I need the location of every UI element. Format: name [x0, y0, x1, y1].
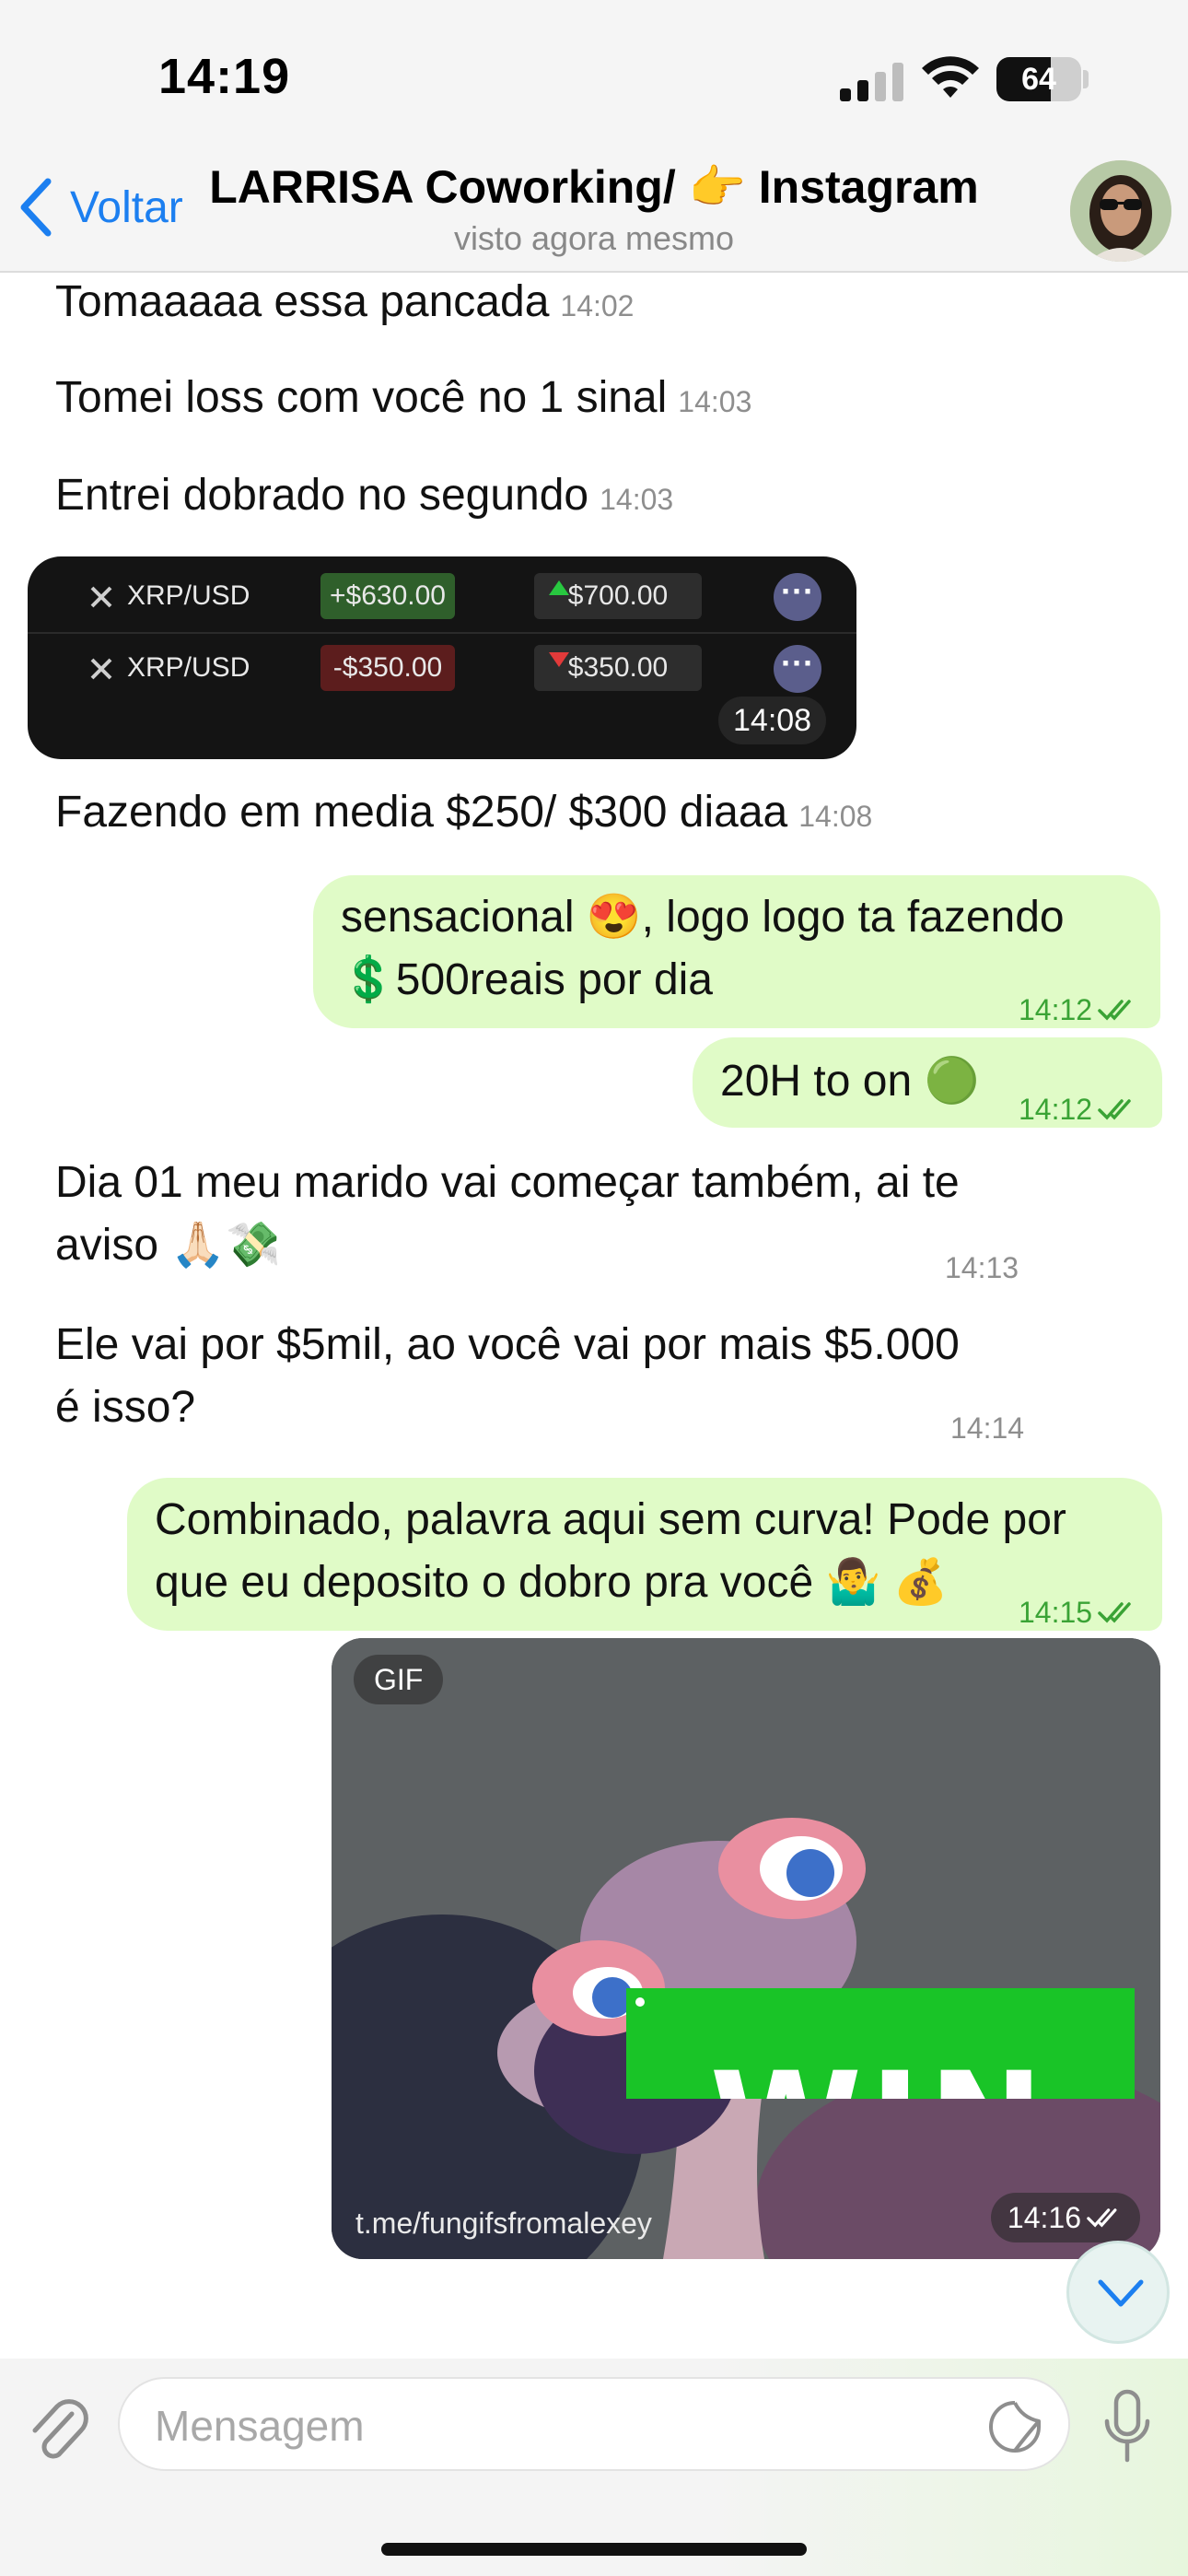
win-image-message[interactable]: WIN [626, 1988, 1135, 2099]
sticker-icon[interactable] [987, 2399, 1042, 2454]
home-indicator [381, 2543, 807, 2556]
microphone-icon[interactable] [1100, 2388, 1155, 2465]
message-time: 14:16 [1007, 2201, 1081, 2234]
trade-price: $700.00 [534, 573, 702, 619]
message-composer: Mensagem [0, 2359, 1188, 2576]
arrow-down-icon [549, 652, 569, 667]
gif-message[interactable]: GIF t.me/fungifsfromalexey 14:16 [332, 1638, 1160, 2259]
message-placeholder: Mensagem [155, 2402, 365, 2450]
trade-pnl: -$350.00 [320, 645, 455, 691]
incoming-message: Tomei loss com você no 1 sinal 14:03 [55, 367, 751, 433]
message-text: Dia 01 meu marido vai começar também, ai… [55, 1158, 960, 1207]
battery-tip [1083, 70, 1089, 88]
double-check-icon [1098, 1099, 1131, 1120]
message-time: 14:15 [1019, 1596, 1093, 1629]
chat-title[interactable]: LARRISA Coworking/ 👉 Instagram [175, 160, 1013, 215]
back-button[interactable]: Voltar [18, 175, 183, 240]
message-text: é isso? [55, 1383, 196, 1432]
profile-photo [1070, 160, 1171, 262]
message-text: Combinado, palavra aqui sem curva! Pode … [155, 1495, 1066, 1544]
incoming-message: Tomaaaaa essa pancada 14:02 [55, 275, 634, 337]
message-status: 14:16 [990, 2193, 1140, 2242]
last-seen-status: visto agora mesmo [453, 219, 735, 257]
message-time: 14:14 [950, 1411, 1025, 1445]
more-icon: ··· [774, 573, 821, 621]
wifi-icon [922, 56, 979, 98]
incoming-message: Entrei dobrado no segundo 14:03 [55, 464, 673, 531]
message-text: Entrei dobrado no segundo [55, 471, 589, 520]
double-check-icon [1098, 1602, 1131, 1623]
message-text: sensacional 😍, logo logo ta fazendo [341, 893, 1065, 942]
message-time: 14:13 [945, 1251, 1019, 1284]
chevron-down-icon [1098, 2279, 1144, 2307]
gif-watermark: t.me/fungifsfromalexey [355, 2207, 652, 2240]
message-text: Ele vai por $5mil, ao você vai por mais … [55, 1320, 960, 1369]
message-list[interactable]: Tomaaaaa essa pancada 14:02 Tomei loss co… [0, 275, 1188, 2359]
trade-pair: XRP/USD [127, 580, 250, 611]
scroll-to-bottom-button[interactable] [1066, 2241, 1170, 2344]
chat-header: Voltar LARRISA Coworking/ 👉 Instagram vi… [0, 147, 1188, 273]
message-time: 14:02 [560, 289, 635, 322]
win-image-text: WIN [626, 2043, 1135, 2099]
message-text: Tomaaaaa essa pancada [55, 277, 550, 326]
incoming-message: Fazendo em media $250/ $300 diaaa 14:08 [55, 781, 872, 848]
message-text: que eu deposito o dobro pra você 🤷‍♂️ 💰 [155, 1558, 949, 1607]
message-time: 14:03 [678, 385, 752, 418]
battery-icon: 64 [996, 57, 1081, 101]
status-bar: 14:19 64 [0, 0, 1188, 147]
trade-pair: XRP/USD [127, 652, 250, 683]
double-check-icon [1087, 2208, 1117, 2228]
message-text: Tomei loss com você no 1 sinal [55, 373, 668, 422]
outgoing-message: 20H to on 🟢 14:12 [693, 1037, 1162, 1128]
trade-price: $350.00 [534, 645, 702, 691]
trade-row: XRP/USD +$630.00 $700.00 ··· [28, 564, 856, 634]
message-time: 14:08 [798, 800, 873, 833]
chevron-left-icon [20, 178, 52, 237]
image-time: 14:08 [718, 697, 827, 744]
trade-pnl: +$630.00 [320, 573, 455, 619]
message-text: Fazendo em media $250/ $300 diaaa [55, 788, 788, 837]
incoming-message: Dia 01 meu marido vai começar também, ai… [55, 1152, 960, 1277]
outgoing-message: sensacional 😍, logo logo ta fazendo 💲500… [313, 875, 1160, 1028]
avatar[interactable] [1070, 160, 1171, 262]
gif-badge: GIF [354, 1655, 444, 1704]
arrow-up-icon [549, 580, 569, 595]
message-time: 14:03 [600, 483, 674, 516]
xrp-icon [90, 658, 112, 680]
trade-row: XRP/USD -$350.00 $350.00 ··· [28, 636, 856, 706]
trade-screenshot-image[interactable]: XRP/USD +$630.00 $700.00 ··· XRP/USD -$3… [28, 556, 856, 759]
status-time: 14:19 [158, 49, 291, 104]
message-status: 14:15 [1019, 1581, 1138, 1644]
message-text: 20H to on 🟢 [720, 1057, 980, 1106]
trade-price-value: $700.00 [567, 580, 669, 611]
paperclip-icon[interactable] [26, 2394, 90, 2467]
message-status: 14:12 [1019, 1078, 1138, 1141]
cellular-signal-icon [840, 63, 903, 101]
message-input[interactable]: Mensagem [118, 2377, 1070, 2471]
gif-frame [332, 1638, 1160, 2259]
incoming-message: Ele vai por $5mil, ao você vai por mais … [55, 1314, 960, 1439]
image-dot [635, 1997, 645, 2007]
battery-level: 64 [1021, 62, 1056, 97]
more-icon: ··· [774, 645, 821, 693]
message-time: 14:12 [1019, 1093, 1093, 1126]
trade-price-value: $350.00 [567, 652, 669, 683]
message-text: 💲500reais por dia [341, 955, 713, 1004]
message-time: 14:12 [1019, 993, 1093, 1026]
back-label: Voltar [70, 182, 183, 232]
double-check-icon [1098, 1000, 1131, 1021]
message-status: 14:12 [1019, 978, 1138, 1041]
xrp-icon [90, 586, 112, 608]
message-text: aviso 🙏🏻💸 [55, 1221, 281, 1270]
outgoing-message: Combinado, palavra aqui sem curva! Pode … [127, 1478, 1162, 1631]
